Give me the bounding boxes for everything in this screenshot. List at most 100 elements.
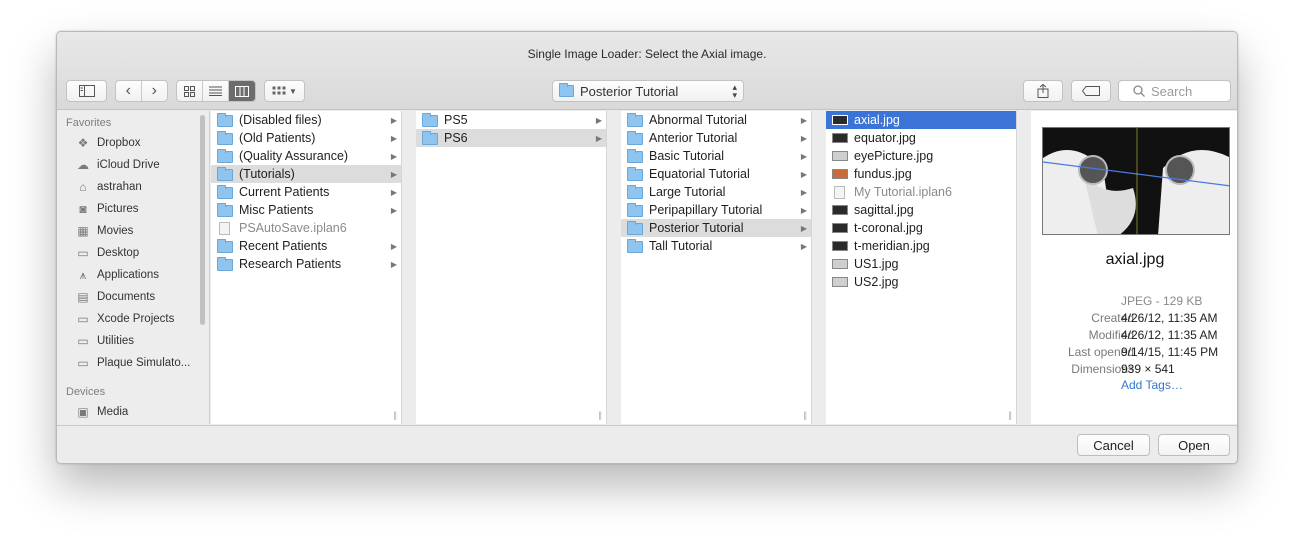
file-row[interactable]: fundus.jpg — [826, 165, 1016, 183]
row-label: Misc Patients — [239, 203, 314, 217]
folder-row[interactable]: Misc Patients ▶ — [211, 201, 401, 219]
folder-icon — [217, 131, 233, 145]
chevron-down-icon: ▼ — [289, 86, 297, 96]
file-row[interactable]: eyePicture.jpg — [826, 147, 1016, 165]
add-tags-link[interactable]: Add Tags… — [1121, 378, 1183, 392]
disclosure-arrow-icon: ▶ — [800, 187, 807, 197]
sidebar-toggle-button[interactable] — [66, 80, 107, 102]
document-icon: ▤ — [77, 290, 89, 304]
forward-button[interactable]: › — [142, 81, 167, 101]
row-label: Posterior Tutorial — [649, 221, 744, 235]
folder-icon: ▭ — [77, 356, 89, 370]
sidebar-item[interactable]: ☁ iCloud Drive — [75, 155, 160, 175]
folder-row[interactable]: Recent Patients ▶ — [211, 237, 401, 255]
arrange-button[interactable]: ▼ — [264, 80, 305, 102]
folder-row[interactable]: Abnormal Tutorial ▶ — [621, 111, 811, 129]
row-label: Large Tutorial — [649, 185, 726, 199]
folder-row[interactable]: (Tutorials) ▶ — [211, 165, 401, 183]
sidebar-item[interactable]: ▭ Xcode Projects — [75, 309, 174, 329]
sidebar-scrollbar[interactable] — [200, 115, 205, 325]
file-row[interactable]: t-coronal.jpg — [826, 219, 1016, 237]
file-row[interactable]: t-meridian.jpg — [826, 237, 1016, 255]
disclosure-arrow-icon: ▶ — [800, 115, 807, 125]
image-file-icon — [832, 205, 848, 215]
folder-row[interactable]: Basic Tutorial ▶ — [621, 147, 811, 165]
folder-row[interactable]: PS5 ▶ — [416, 111, 606, 129]
sidebar-item[interactable]: ▦ Movies — [75, 221, 133, 241]
folder-row[interactable]: PS6 ▶ — [416, 129, 606, 147]
view-mode-control — [176, 80, 256, 102]
tags-button[interactable] — [1071, 80, 1111, 102]
folder-row[interactable]: Tall Tutorial ▶ — [621, 237, 811, 255]
column-resize-handle[interactable]: || — [393, 410, 397, 420]
file-row[interactable]: equator.jpg — [826, 129, 1016, 147]
open-button[interactable]: Open — [1158, 434, 1230, 456]
column-view-button[interactable] — [229, 81, 255, 101]
sidebar-item-label: Pictures — [97, 203, 139, 215]
folder-row[interactable]: Research Patients ▶ — [211, 255, 401, 273]
disclosure-arrow-icon: ▶ — [800, 241, 807, 251]
file-row[interactable]: PSAutoSave.iplan6 — [211, 219, 401, 237]
disclosure-arrow-icon: ▶ — [595, 115, 602, 125]
folder-row[interactable]: Posterior Tutorial ▶ — [621, 219, 811, 237]
search-input[interactable]: Search — [1118, 80, 1231, 102]
sidebar-item[interactable]: ▤ Documents — [75, 287, 155, 307]
icon-view-button[interactable] — [177, 81, 203, 101]
row-label: Current Patients — [239, 185, 330, 199]
sidebar-item-label: Dropbox — [97, 137, 141, 149]
title-bar: Single Image Loader: Select the Axial im… — [57, 32, 1237, 110]
sidebar-item[interactable]: ▭ Utilities — [75, 331, 134, 351]
disclosure-arrow-icon: ▶ — [800, 133, 807, 143]
folder-row[interactable]: (Quality Assurance) ▶ — [211, 147, 401, 165]
column-resize-handle[interactable]: || — [803, 410, 807, 420]
file-row[interactable]: My Tutorial.iplan6 — [826, 183, 1016, 201]
folder-icon — [217, 149, 233, 163]
sidebar-item[interactable]: ◙ Pictures — [75, 199, 139, 219]
file-row[interactable]: US2.jpg — [826, 273, 1016, 291]
back-button[interactable]: ‹ — [116, 81, 142, 101]
meta-value: 939 × 541 — [1121, 362, 1175, 376]
folder-row[interactable]: Peripapillary Tutorial ▶ — [621, 201, 811, 219]
list-view-button[interactable] — [203, 81, 229, 101]
folder-icon — [627, 203, 643, 217]
search-placeholder: Search — [1151, 83, 1193, 99]
share-button[interactable] — [1023, 80, 1063, 102]
search-icon — [1133, 85, 1145, 97]
folder-row[interactable]: Anterior Tutorial ▶ — [621, 129, 811, 147]
path-popup[interactable]: Posterior Tutorial ▴ ▾ — [552, 80, 744, 102]
cancel-button[interactable]: Cancel — [1077, 434, 1150, 456]
folder-row[interactable]: Equatorial Tutorial ▶ — [621, 165, 811, 183]
disclosure-arrow-icon: ▶ — [595, 133, 602, 143]
file-row[interactable]: US1.jpg — [826, 255, 1016, 273]
file-row[interactable]: sagittal.jpg — [826, 201, 1016, 219]
folder-icon — [217, 167, 233, 181]
row-label: (Disabled files) — [239, 113, 322, 127]
sidebar-item[interactable]: ❖ Dropbox — [75, 133, 141, 153]
sidebar-item-label: Documents — [97, 291, 156, 303]
folder-icon — [217, 113, 233, 127]
row-label: (Quality Assurance) — [239, 149, 349, 163]
document-icon — [219, 221, 230, 235]
column-resize-handle[interactable]: || — [1008, 410, 1012, 420]
sidebar-item[interactable]: ⩚ Applications — [75, 265, 159, 285]
folder-row[interactable]: Large Tutorial ▶ — [621, 183, 811, 201]
image-file-icon — [832, 277, 848, 287]
sidebar-item[interactable]: ▭ Desktop — [75, 243, 139, 263]
row-label: eyePicture.jpg — [854, 149, 934, 163]
preview-kind-size: JPEG - 129 KB — [1121, 294, 1203, 308]
sidebar-item-label: Plaque Simulato... — [97, 357, 191, 369]
preview-thumbnail — [1042, 127, 1230, 235]
folder-row[interactable]: (Old Patients) ▶ — [211, 129, 401, 147]
home-icon: ⌂ — [79, 180, 87, 194]
sidebar-item[interactable]: ▭ Plaque Simulato... — [75, 353, 190, 373]
column-resize-handle[interactable]: || — [598, 410, 602, 420]
sidebar-device-item[interactable]: ▣ Media — [75, 402, 128, 422]
file-row[interactable]: axial.jpg — [826, 111, 1016, 129]
folder-row[interactable]: (Disabled files) ▶ — [211, 111, 401, 129]
row-label: Equatorial Tutorial — [649, 167, 750, 181]
folder-row[interactable]: Current Patients ▶ — [211, 183, 401, 201]
share-icon — [1037, 84, 1049, 98]
sidebar-item[interactable]: ⌂ astrahan — [75, 177, 141, 197]
row-label: axial.jpg — [854, 113, 900, 127]
meta-value: 4/26/12, 11:35 AM — [1121, 328, 1218, 342]
